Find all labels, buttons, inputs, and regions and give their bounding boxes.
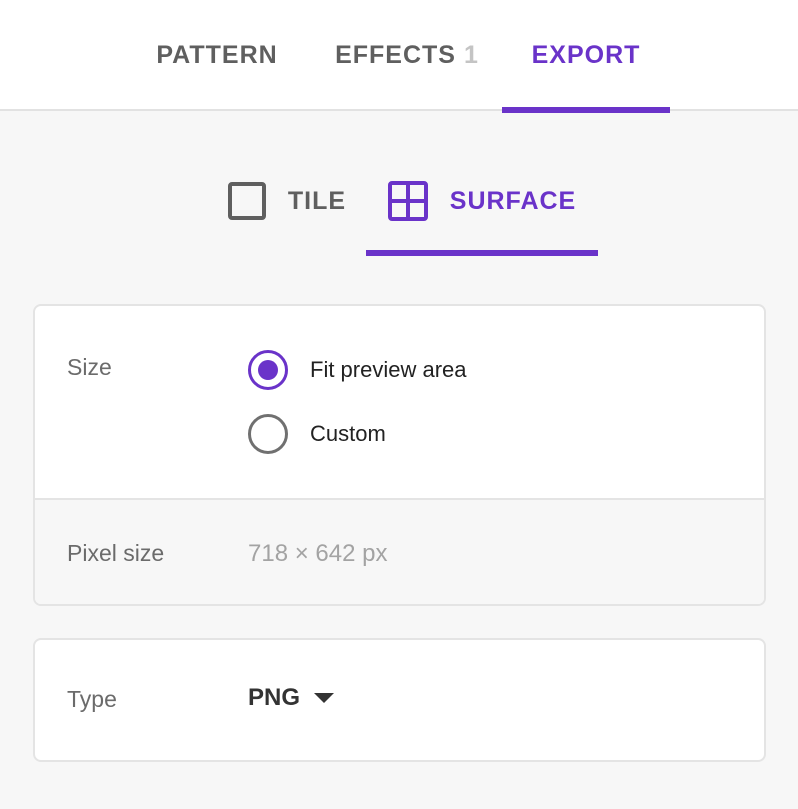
top-tab-bar: PATTERN EFFECTS 1 EXPORT [0,0,798,113]
radio-fit-preview-area[interactable]: Fit preview area [248,350,467,390]
tab-export[interactable]: EXPORT [502,0,670,113]
tab-pattern-label: PATTERN [156,41,278,69]
pixel-size-section: Pixel size 718 × 642 px [35,498,764,604]
radio-fit-label: Fit preview area [310,357,467,382]
radio-custom-label: Custom [310,421,386,446]
type-dropdown-value: PNG [248,684,301,711]
grid-icon [387,181,428,221]
caret-down-icon [314,693,335,703]
subtab-surface-label: SURFACE [449,186,577,215]
type-label: Type [67,686,117,712]
type-card: Type PNG [33,638,766,762]
pixel-size-value: 718 × 642 px [248,540,388,567]
radio-custom[interactable]: Custom [248,414,386,454]
effects-count-badge: 1 [464,41,479,69]
radio-checked-icon [248,350,288,390]
subtab-tile-label: TILE [287,186,347,215]
radio-unchecked-icon [248,414,288,454]
pixel-size-label: Pixel size [67,540,165,566]
size-label: Size [67,354,112,380]
size-card: Size Fit preview area Custom Pixel size … [33,304,766,606]
tab-effects[interactable]: EFFECTS 1 [330,0,484,111]
tab-pattern[interactable]: PATTERN [150,0,284,111]
tab-export-label: EXPORT [531,41,641,69]
tab-effects-label: EFFECTS [335,41,456,69]
type-dropdown[interactable]: PNG [248,684,335,712]
square-outline-icon [227,182,266,220]
subtab-surface[interactable]: SURFACE [366,162,598,256]
subtab-tile[interactable]: TILE [222,162,352,256]
